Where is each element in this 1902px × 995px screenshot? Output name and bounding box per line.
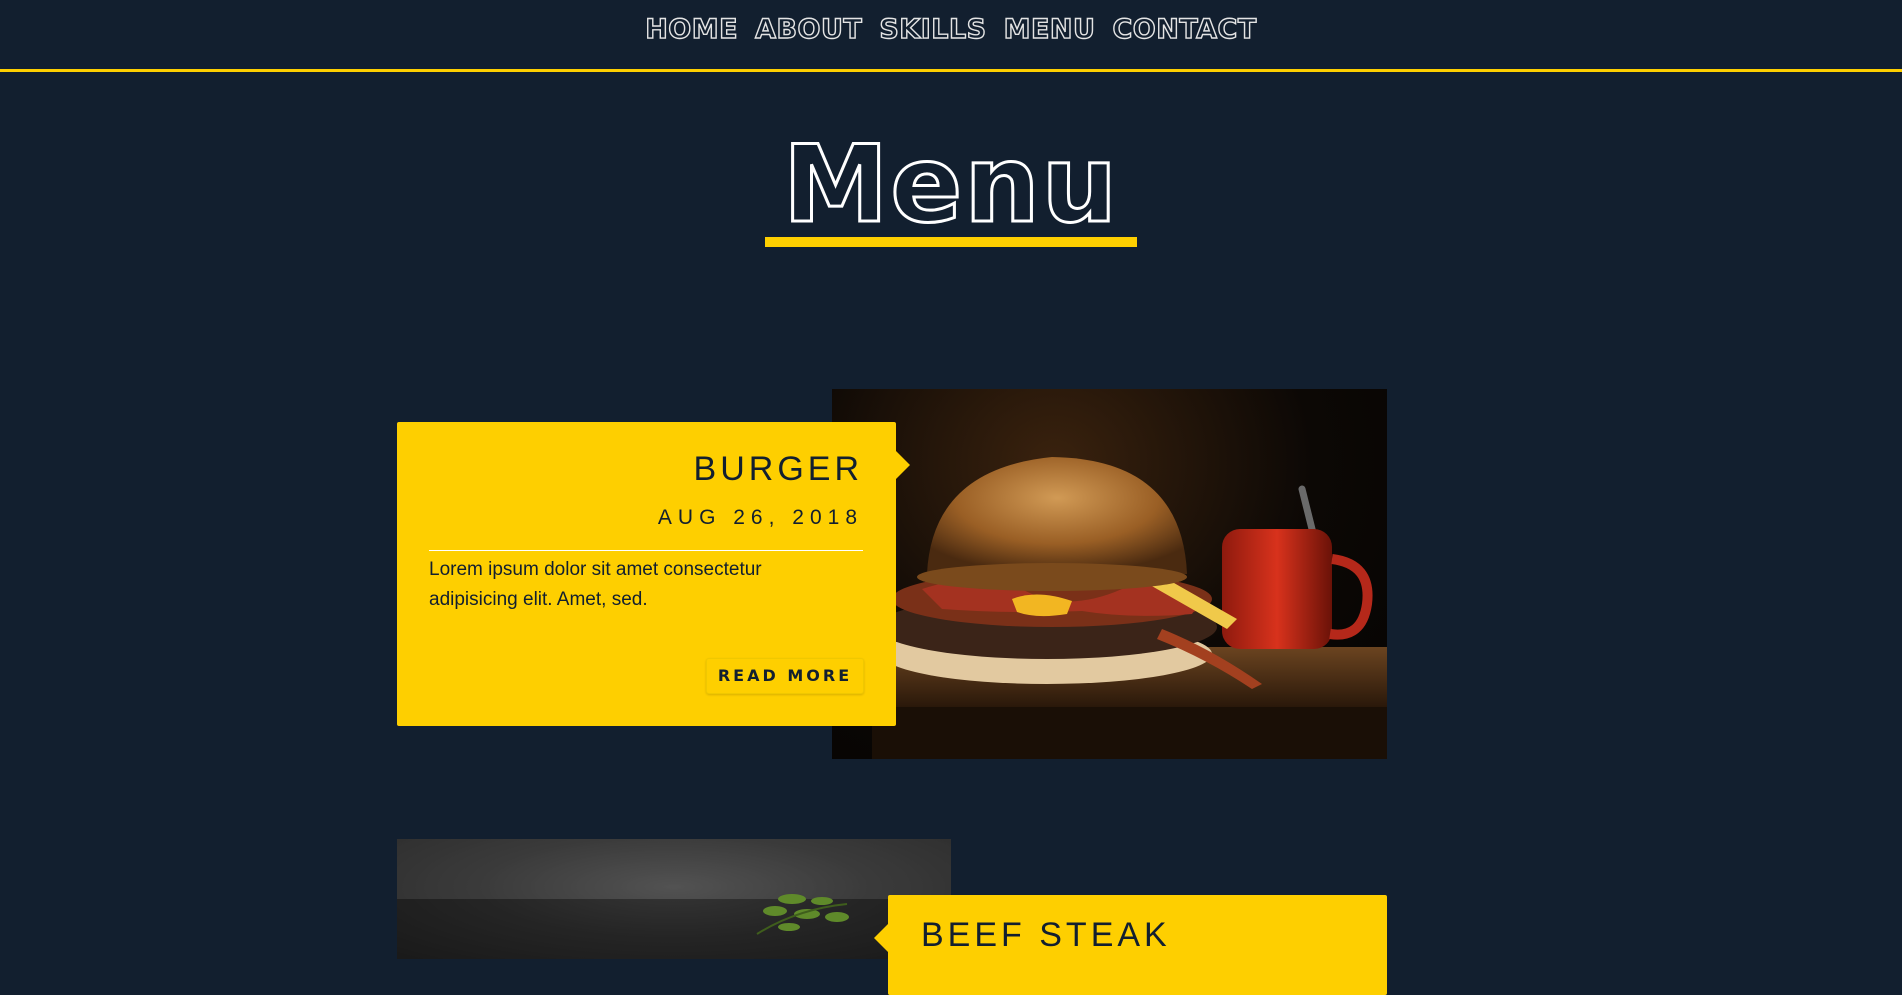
nav-links: HOME ABOUT SKILLS MENU CONTACT (0, 13, 1902, 45)
menu-card-beef-steak: BEEF STEAK (874, 895, 1387, 995)
menu-card-burger: BURGER AUG 26, 2018 Lorem ipsum dolor si… (397, 422, 910, 726)
read-more-button[interactable]: READ MORE (706, 658, 864, 694)
card-pointer (896, 451, 910, 479)
steak-photo (397, 839, 951, 959)
menu-item-title: BURGER (693, 450, 863, 488)
nav-link-home[interactable]: HOME (644, 13, 738, 45)
steak-illustration (397, 839, 951, 959)
card-divider (429, 550, 863, 551)
menu-item-description: Lorem ipsum dolor sit amet consectetur a… (429, 559, 762, 610)
top-navbar: HOME ABOUT SKILLS MENU CONTACT (0, 0, 1902, 72)
card-pointer (874, 924, 888, 952)
nav-link-about[interactable]: ABOUT (754, 13, 862, 45)
burger-photo (832, 389, 1387, 759)
menu-item-title: BEEF STEAK (921, 916, 1171, 954)
nav-link-contact[interactable]: CONTACT (1112, 13, 1257, 45)
nav-link-menu[interactable]: MENU (1003, 13, 1096, 45)
menu-item-date: AUG 26, 2018 (657, 506, 863, 529)
nav-link-skills[interactable]: SKILLS (879, 13, 987, 45)
title-underline (765, 237, 1137, 247)
page-title: Menu (781, 123, 1120, 246)
page-title-block: Menu (765, 123, 1137, 247)
burger-illustration (872, 457, 1387, 759)
